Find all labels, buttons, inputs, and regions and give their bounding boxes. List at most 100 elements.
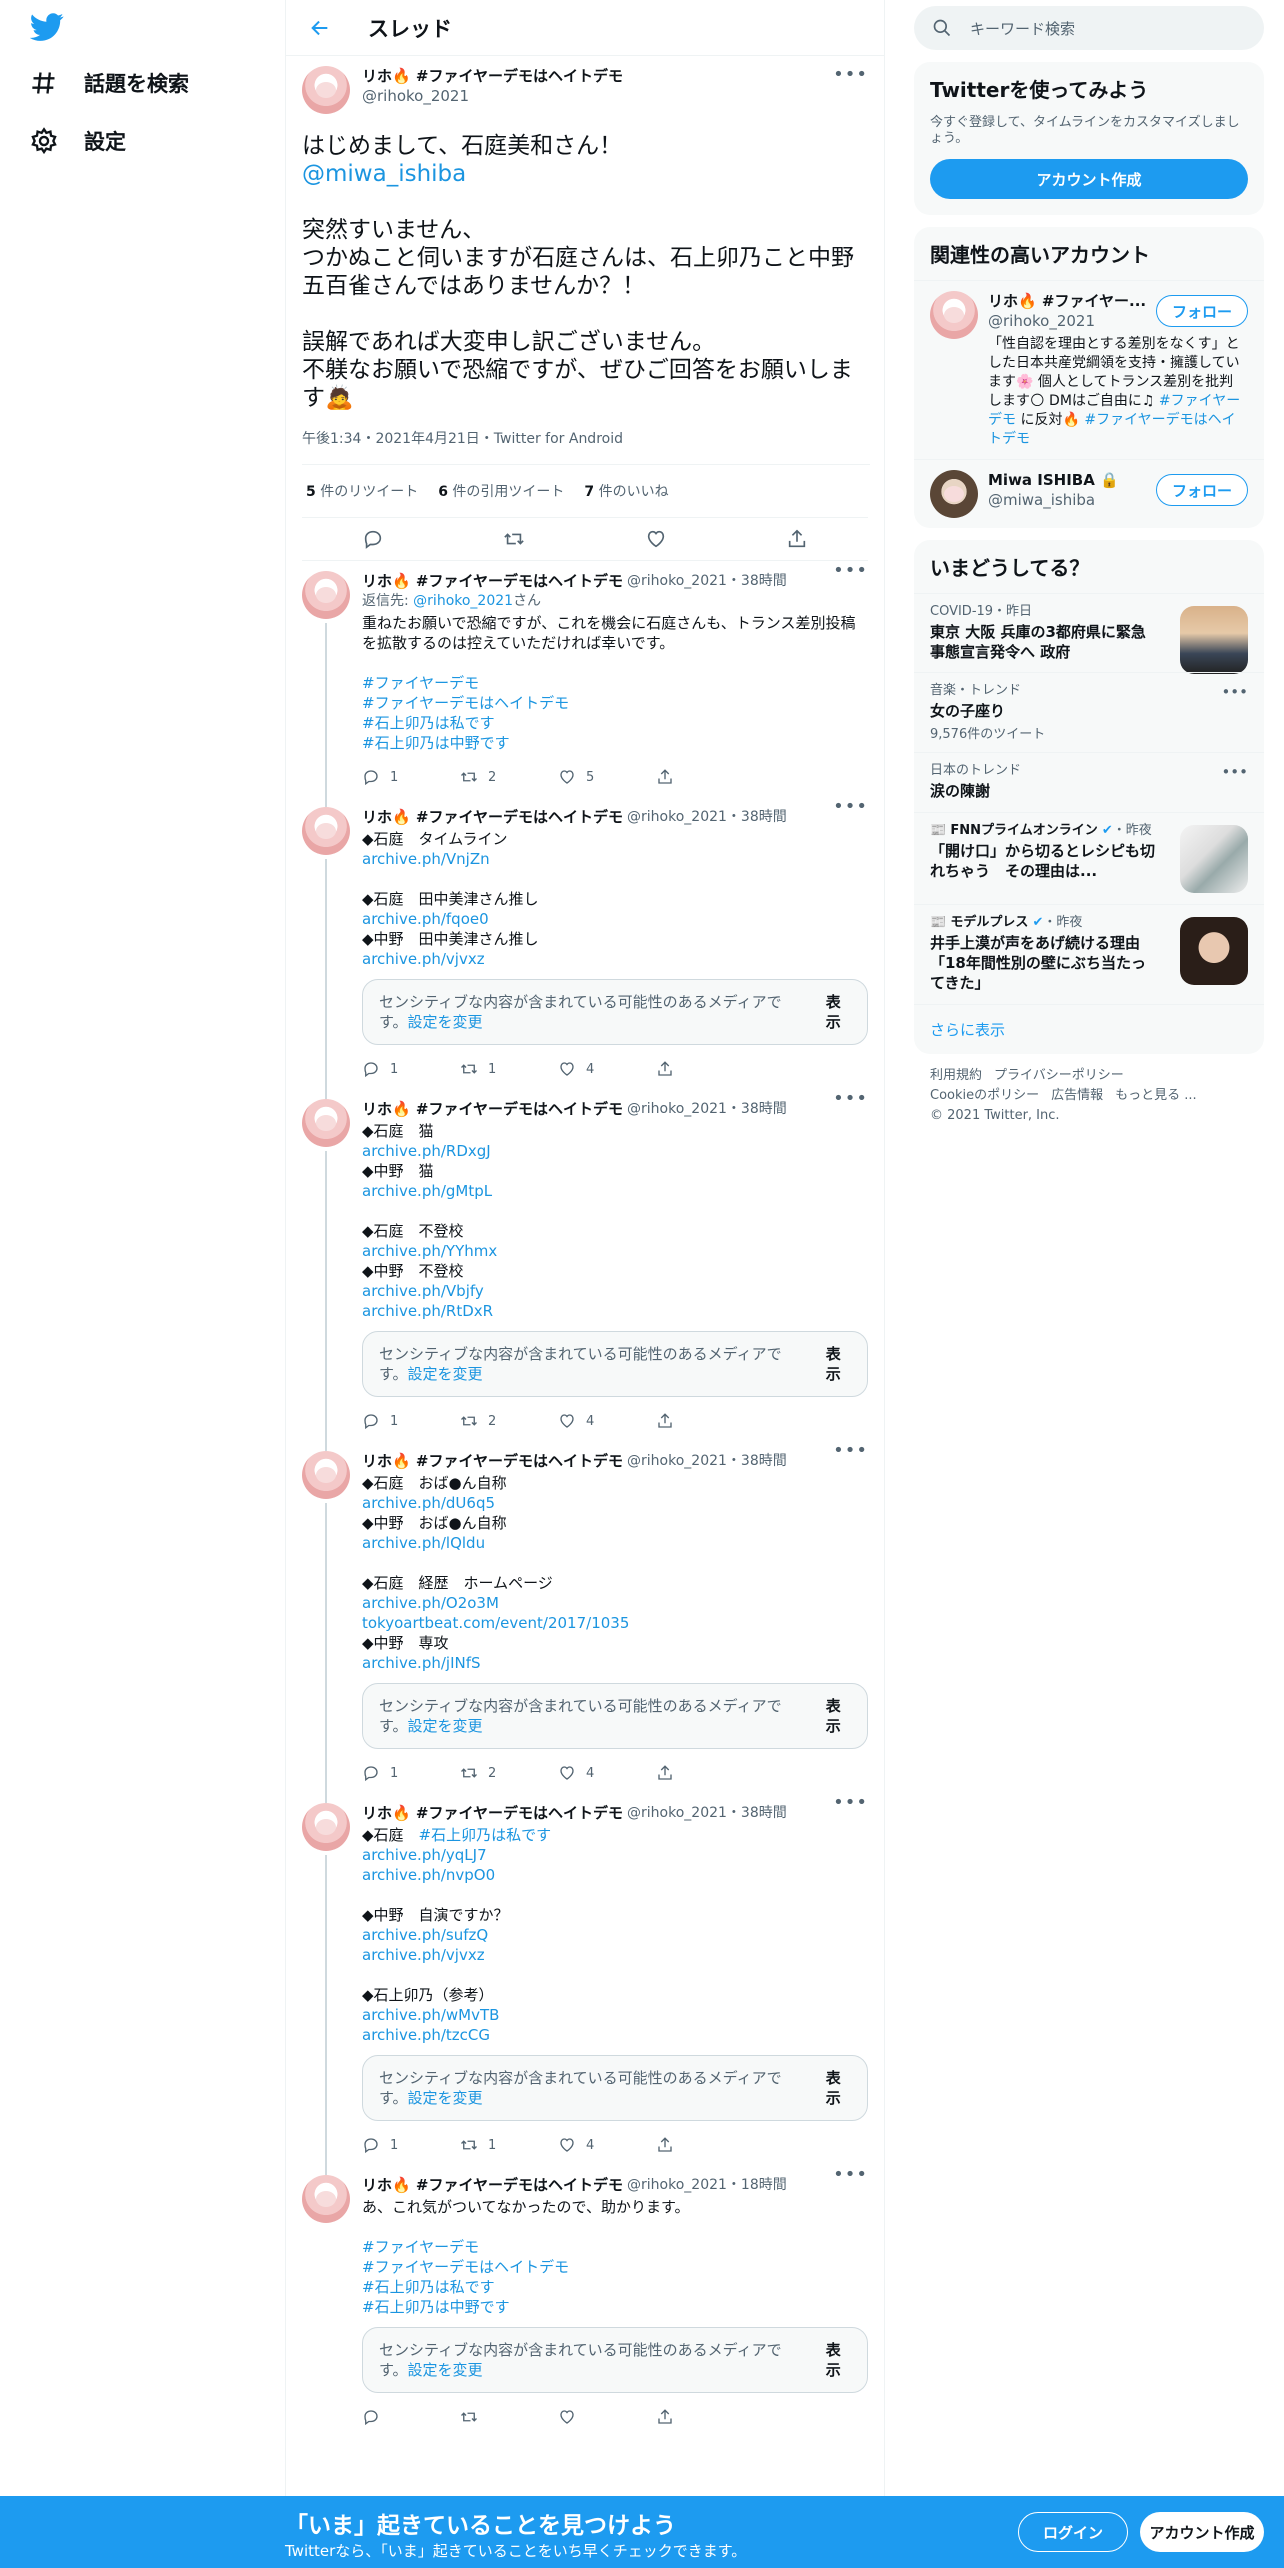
reply-tweet[interactable]: リホ🔥 #ファイヤーデモはヘイトデモ @rihoko_2021・38時間 ••• 返信… (286, 561, 884, 807)
change-settings-link[interactable]: 設定を変更 (408, 2089, 483, 2107)
like-count[interactable]: 7 件のいいね (584, 481, 668, 501)
quote-count[interactable]: 6 件の引用ツイート (438, 481, 564, 501)
tweet-link[interactable]: archive.ph/vjvxz (362, 1946, 485, 1964)
tweet-link[interactable]: #ファイヤーデモはヘイトデモ (362, 2258, 569, 2276)
retweet-icon[interactable] (503, 528, 525, 550)
tweet-link[interactable]: archive.ph/yqLJ7 (362, 1846, 487, 1864)
author-handle[interactable]: @rihoko_2021 (362, 86, 623, 106)
like-button[interactable]: 5 (558, 768, 656, 786)
search-input[interactable]: キーワード検索 (914, 6, 1264, 50)
trend-item[interactable]: 📰 FNNプライムオンライン ✔・昨夜 「開け口」から切るとレシピも切れちゃう … (914, 812, 1264, 904)
avatar[interactable] (930, 291, 978, 339)
show-button[interactable]: 表示 (826, 1696, 851, 1736)
author-handle[interactable]: @rihoko_2021・38時間 (627, 571, 787, 591)
share-icon[interactable] (786, 528, 808, 550)
avatar[interactable] (302, 807, 350, 855)
change-settings-link[interactable]: 設定を変更 (408, 1717, 483, 1735)
author-name[interactable]: リホ🔥 #ファイヤーデモはヘイトデモ (362, 66, 623, 86)
reply-icon[interactable] (362, 528, 384, 550)
mention-link[interactable]: @miwa_ishiba (302, 161, 466, 187)
footer-link[interactable]: 広告情報 (1051, 1088, 1103, 1103)
show-button[interactable]: 表示 (826, 2068, 851, 2108)
footer-link[interactable]: もっと見る ... (1115, 1088, 1197, 1103)
share-button[interactable] (656, 1764, 674, 1782)
tweet-link[interactable]: archive.ph/nvpO0 (362, 1866, 495, 1884)
retweet-count[interactable]: 5 件のリツイート (306, 481, 418, 501)
avatar[interactable] (302, 1451, 350, 1499)
tweet-link[interactable]: tokyoartbeat.com/event/2017/1035 (362, 1614, 629, 1632)
retweet-button[interactable]: 2 (460, 1412, 558, 1430)
account-item[interactable]: リホ🔥 #ファイヤー... @rihoko_2021 「性自認を理由とする差別を… (914, 280, 1264, 459)
tweet-link[interactable]: archive.ph/fqoe0 (362, 910, 489, 928)
tweet-link[interactable]: archive.ph/lQldu (362, 1534, 485, 1552)
tweet-link[interactable]: archive.ph/wMvTB (362, 2006, 499, 2024)
footer-link[interactable]: プライバシーポリシー (994, 1068, 1124, 1083)
more-icon[interactable]: ••• (833, 2165, 868, 2185)
signup-button[interactable]: アカウント作成 (1140, 2512, 1264, 2552)
reply-tweet[interactable]: リホ🔥 #ファイヤーデモはヘイトデモ @rihoko_2021・38時間 ••• ◆石… (286, 1793, 884, 2175)
reply-tweet[interactable]: リホ🔥 #ファイヤーデモはヘイトデモ @rihoko_2021・18時間 ••• あ、… (286, 2165, 884, 2437)
share-button[interactable] (656, 768, 674, 786)
follow-button[interactable]: フォロー (1156, 295, 1248, 327)
hashtag-links[interactable]: #ファイヤーデモ #ファイヤーデモはヘイトデモ #石上卯乃は私です #石上卯乃は… (362, 673, 868, 753)
heart-icon[interactable] (645, 528, 667, 550)
change-settings-link[interactable]: 設定を変更 (408, 1013, 483, 1031)
tweet-link[interactable]: #石上卯乃は私です (419, 1826, 552, 1844)
login-button[interactable]: ログイン (1018, 2512, 1128, 2552)
author-handle[interactable]: @rihoko_2021・38時間 (627, 807, 787, 827)
more-icon[interactable]: ••• (833, 1089, 868, 1109)
more-icon[interactable]: ••• (1221, 683, 1248, 701)
more-icon[interactable]: ••• (833, 1441, 868, 1461)
reply-button[interactable]: 1 (362, 2136, 460, 2154)
nav-explore[interactable]: 話題を検索 (30, 68, 189, 98)
reply-tweet[interactable]: リホ🔥 #ファイヤーデモはヘイトデモ @rihoko_2021・38時間 ••• ◆石… (286, 797, 884, 1099)
avatar[interactable] (302, 1099, 350, 1147)
author-name[interactable]: リホ🔥 #ファイヤーデモはヘイトデモ (362, 571, 623, 591)
account-name[interactable]: リホ🔥 #ファイヤー... (988, 291, 1158, 311)
more-icon[interactable]: ••• (833, 64, 868, 85)
tweet-link[interactable]: #石上卯乃は私です (362, 2278, 495, 2296)
show-button[interactable]: 表示 (826, 992, 851, 1032)
follow-button[interactable]: フォロー (1156, 474, 1248, 506)
footer-link[interactable]: 利用規約 (930, 1068, 982, 1083)
tweet-link[interactable]: archive.ph/gMtpL (362, 1182, 492, 1200)
author-name[interactable]: リホ🔥 #ファイヤーデモはヘイトデモ (362, 1803, 623, 1823)
tweet-link[interactable]: #石上卯乃は中野です (362, 2298, 510, 2316)
share-button[interactable] (656, 2408, 674, 2426)
retweet-button[interactable]: 2 (460, 1764, 558, 1782)
share-button[interactable] (656, 1412, 674, 1430)
more-icon[interactable]: ••• (833, 561, 868, 581)
tweet-link[interactable]: archive.ph/VnjZn (362, 850, 490, 868)
reply-button[interactable] (362, 2408, 460, 2426)
footer-link[interactable]: Cookieのポリシー (930, 1088, 1039, 1103)
more-icon[interactable]: ••• (1221, 763, 1248, 781)
tweet-link[interactable]: archive.ph/O2o3M (362, 1594, 499, 1612)
retweet-button[interactable]: 1 (460, 1060, 558, 1078)
more-icon[interactable]: ••• (833, 1793, 868, 1813)
author-handle[interactable]: @rihoko_2021・38時間 (627, 1451, 787, 1471)
trend-item[interactable]: 日本のトレンド 涙の陳謝 ••• (914, 752, 1264, 812)
retweet-button[interactable]: 2 (460, 768, 558, 786)
author-name[interactable]: リホ🔥 #ファイヤーデモはヘイトデモ (362, 2175, 623, 2195)
author-name[interactable]: リホ🔥 #ファイヤーデモはヘイトデモ (362, 807, 623, 827)
show-button[interactable]: 表示 (826, 1344, 851, 1384)
mention-link[interactable]: @rihoko_2021 (413, 593, 513, 609)
like-button[interactable]: 4 (558, 1764, 656, 1782)
tweet-link[interactable]: archive.ph/YYhmx (362, 1242, 497, 1260)
reply-button[interactable]: 1 (362, 1060, 460, 1078)
twitter-logo-icon[interactable] (30, 10, 64, 44)
trend-item[interactable]: 📰 モデルプレス ✔・昨夜 井手上漠が声をあげ続ける理由「18年間性別の壁にぶち… (914, 904, 1264, 1004)
account-name[interactable]: Miwa ISHIBA 🔒 (988, 470, 1158, 490)
tweet-link[interactable]: archive.ph/tzcCG (362, 2026, 490, 2044)
avatar[interactable] (302, 1803, 350, 1851)
avatar[interactable] (302, 66, 350, 114)
author-handle[interactable]: @rihoko_2021・38時間 (627, 1099, 787, 1119)
avatar[interactable] (930, 470, 978, 518)
retweet-button[interactable]: 1 (460, 2136, 558, 2154)
tweet-link[interactable]: archive.ph/RDxgJ (362, 1142, 491, 1160)
avatar[interactable] (302, 571, 350, 619)
reply-button[interactable]: 1 (362, 1412, 460, 1430)
author-name[interactable]: リホ🔥 #ファイヤーデモはヘイトデモ (362, 1451, 623, 1471)
tweet-link[interactable]: archive.ph/dU6q5 (362, 1494, 495, 1512)
tweet-link[interactable]: archive.ph/sufzQ (362, 1926, 488, 1944)
